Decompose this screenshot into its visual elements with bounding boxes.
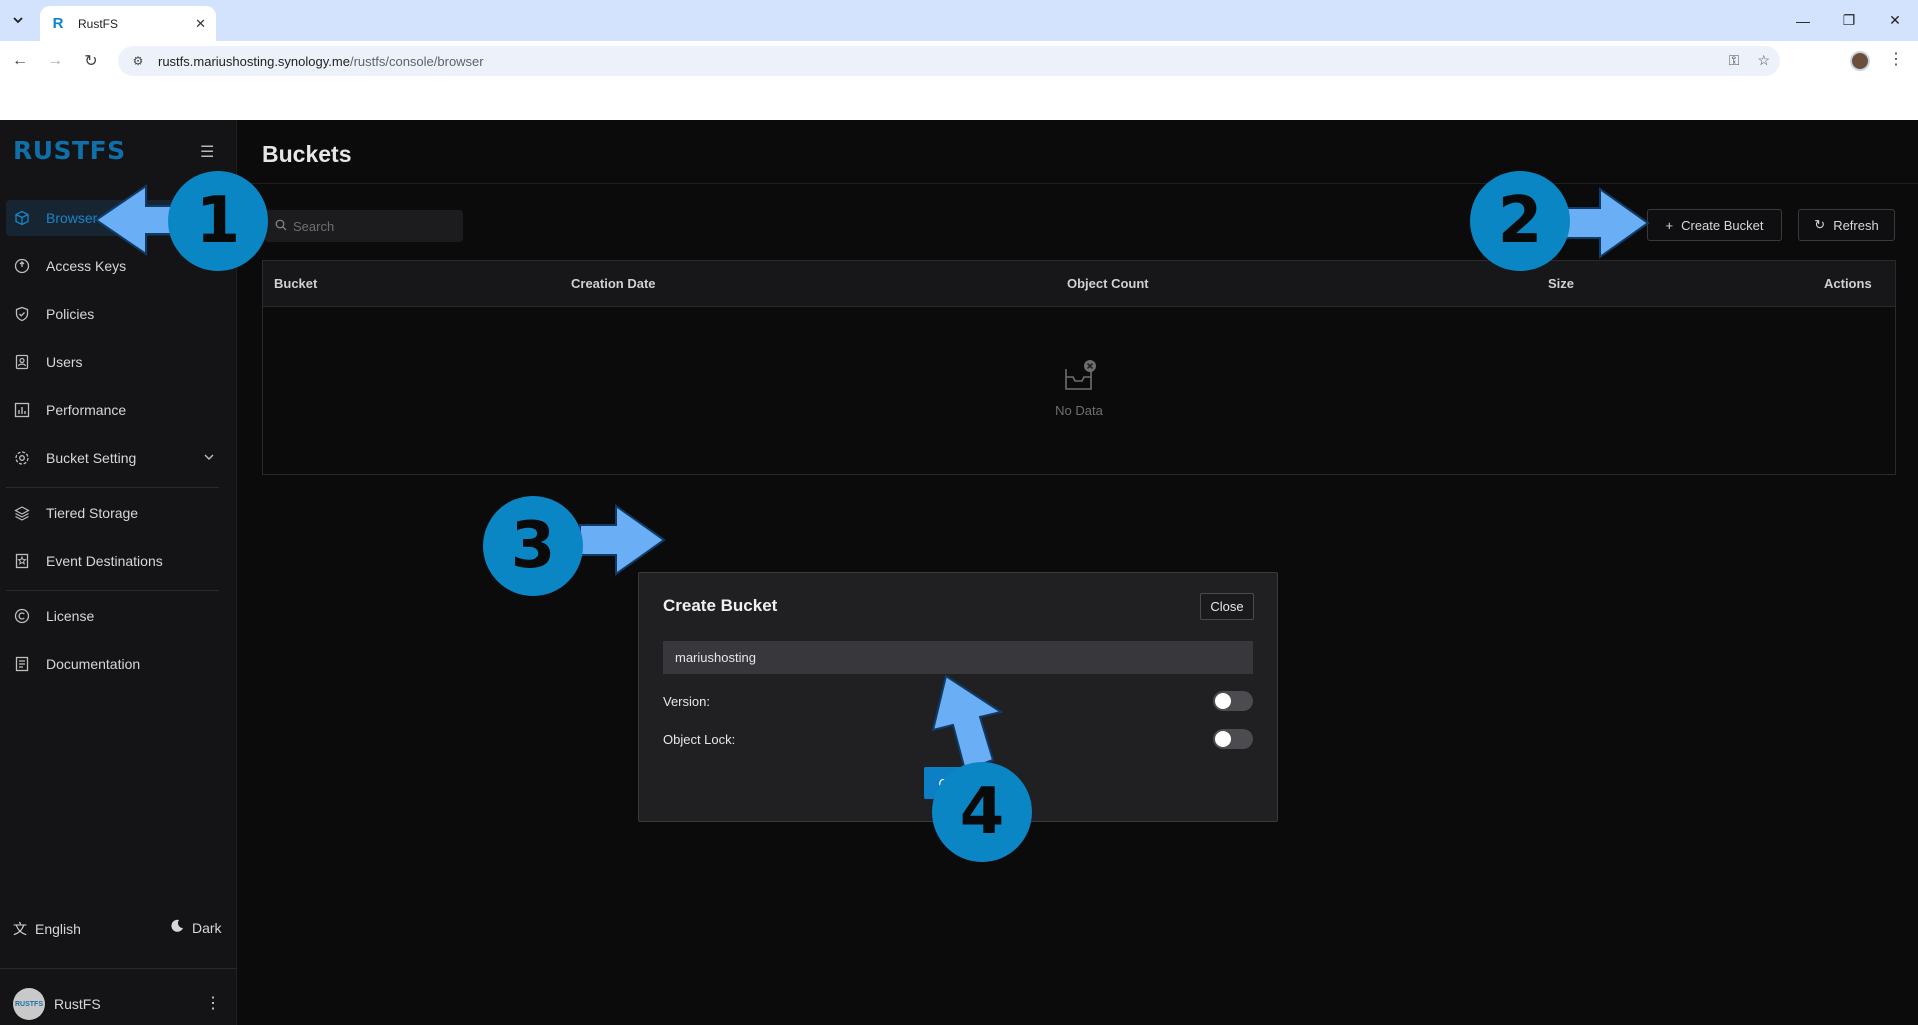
arrow-4 (931, 674, 1004, 772)
step-badge-3: 3 (483, 496, 583, 596)
arrow-3 (579, 504, 666, 576)
step-badge-2: 2 (1470, 171, 1570, 271)
step-badge-1: 1 (168, 171, 268, 271)
annotation-arrows (94, 184, 1650, 772)
step-badge-4: 4 (932, 762, 1032, 862)
arrow-2 (1559, 187, 1650, 259)
